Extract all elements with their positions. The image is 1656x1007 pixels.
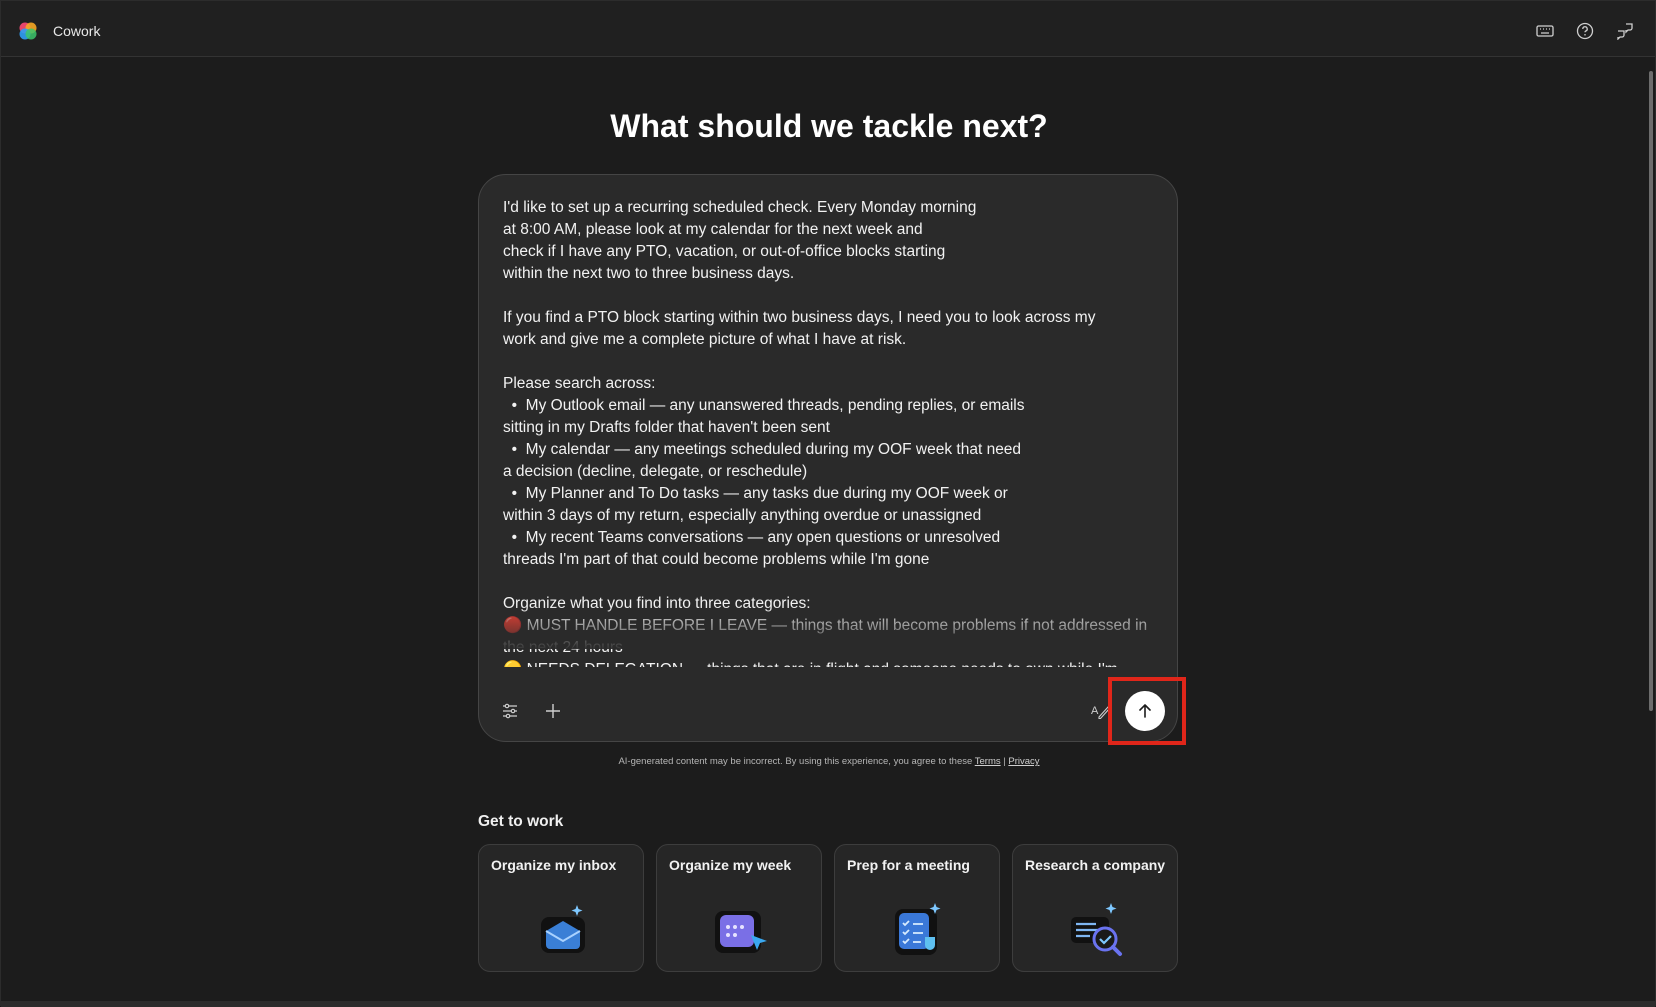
keyboard-icon[interactable] — [1535, 21, 1555, 41]
page-title: What should we tackle next? — [610, 108, 1048, 144]
copilot-logo-icon — [19, 22, 37, 40]
checklist-icon — [895, 903, 941, 955]
arrow-up-icon — [1139, 704, 1151, 718]
prompt-input[interactable]: I'd like to set up a recurring scheduled… — [503, 197, 1163, 667]
chat-composer[interactable]: I'd like to set up a recurring scheduled… — [478, 174, 1178, 742]
feedback-icon[interactable] — [1615, 21, 1635, 41]
card-label: Prep for a meeting — [847, 857, 970, 873]
title-bar: Cowork — [1, 1, 1655, 57]
research-icon — [1071, 903, 1122, 956]
disclaimer-text: AI-generated content may be incorrect. B… — [618, 756, 975, 767]
help-icon[interactable] — [1575, 21, 1595, 41]
window-bottom-edge — [1, 1001, 1655, 1007]
section-title: Get to work — [478, 813, 564, 830]
send-button[interactable] — [1125, 691, 1165, 731]
svg-text:A: A — [1091, 705, 1099, 717]
card-organize-inbox[interactable]: Organize my inbox — [478, 844, 644, 972]
card-label: Organize my inbox — [491, 857, 617, 873]
add-attachment-button[interactable] — [539, 697, 567, 725]
card-research-company[interactable]: Research a company — [1012, 844, 1178, 972]
card-label: Research a company — [1025, 857, 1166, 873]
privacy-link[interactable]: Privacy — [1008, 756, 1039, 767]
spellcheck-icon: A — [1091, 705, 1111, 720]
calendar-icon — [715, 911, 767, 953]
terms-link[interactable]: Terms — [975, 756, 1001, 767]
card-label: Organize my week — [669, 857, 792, 873]
sliders-icon — [503, 703, 517, 719]
card-organize-week[interactable]: Organize my week — [656, 844, 822, 972]
disclaimer: AI-generated content may be incorrect. B… — [1, 756, 1656, 767]
scrollbar[interactable] — [1649, 71, 1653, 711]
plus-icon — [546, 704, 560, 718]
app-window: Cowork What should we tackle next? I'd l… — [0, 0, 1656, 1007]
inbox-icon — [541, 905, 585, 953]
card-prep-meeting[interactable]: Prep for a meeting — [834, 844, 1000, 972]
app-title: Cowork — [53, 23, 101, 39]
proofing-button[interactable]: A — [1087, 697, 1115, 725]
tools-button[interactable] — [496, 697, 524, 725]
